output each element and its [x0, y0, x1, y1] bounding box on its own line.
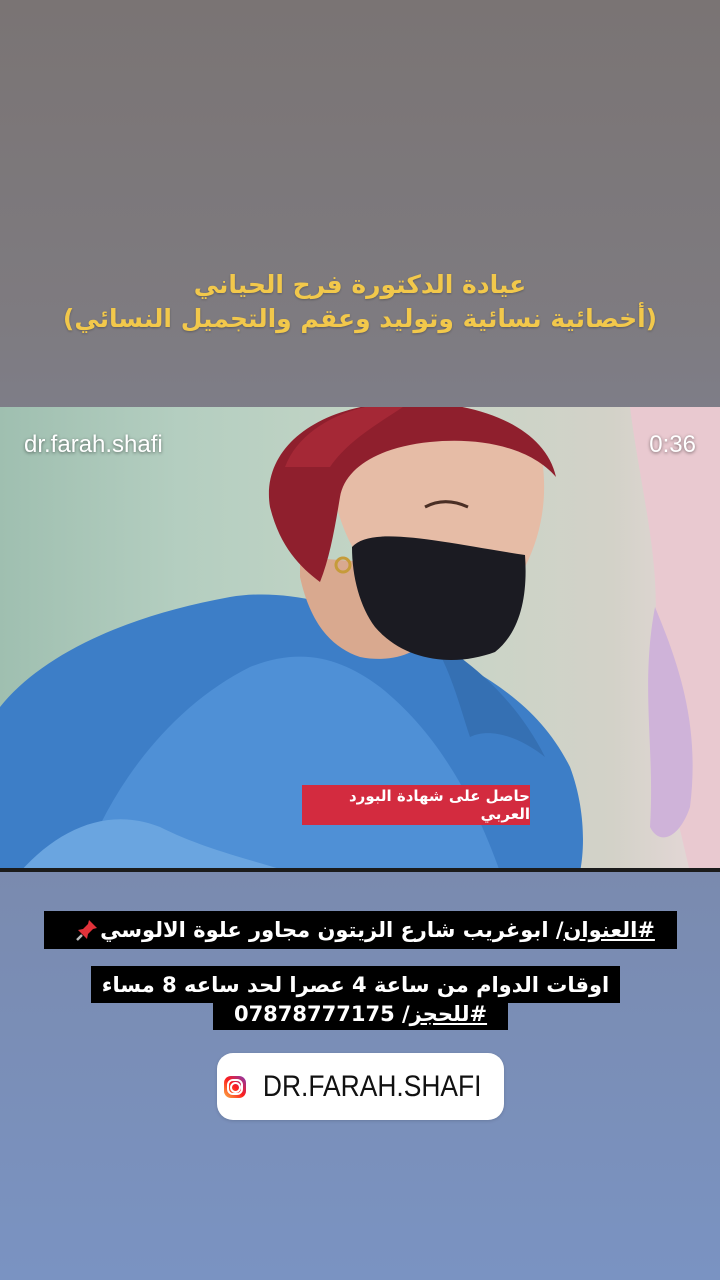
- headline-line-2: (أخصائية نسائية وتوليد وعقم والتجميل الن…: [62, 304, 658, 333]
- hours-text: اوقات الدوام من ساعة 4 عصرا لحد ساعه 8 م…: [101, 972, 610, 997]
- mention-username: DR.FARAH.SHAFI: [263, 1069, 482, 1103]
- address-text: / ابوغريب شارع الزيتون مجاور علوة الالوس…: [100, 918, 564, 942]
- pushpin-icon: [74, 917, 100, 943]
- clinic-headline: عيادة الدكتورة فرح الحياني (أخصائية نسائ…: [0, 268, 720, 336]
- video-duration: 0:36: [649, 431, 696, 458]
- address-hashtag[interactable]: #العنوان: [564, 918, 655, 942]
- video-account-handle: dr.farah.shafi: [24, 431, 163, 458]
- instagram-icon: [224, 1075, 247, 1098]
- headline-line-1: عيادة الدكتورة فرح الحياني: [193, 270, 527, 299]
- booking-phone: / 07878777175: [233, 1002, 410, 1026]
- address-sticker: #العنوان / ابوغريب شارع الزيتون مجاور عل…: [44, 911, 677, 949]
- instagram-mention-sticker[interactable]: DR.FARAH.SHAFI: [217, 1053, 504, 1120]
- booking-sticker: #للحجز / 07878777175: [213, 998, 508, 1030]
- video-player[interactable]: dr.farah.shafi 0:36 حاصل على شهادة البور…: [0, 407, 720, 872]
- video-caption: حاصل على شهادة البورد العربي: [302, 785, 530, 825]
- video-divider: [0, 868, 720, 872]
- booking-hashtag[interactable]: #للحجز: [410, 1002, 487, 1026]
